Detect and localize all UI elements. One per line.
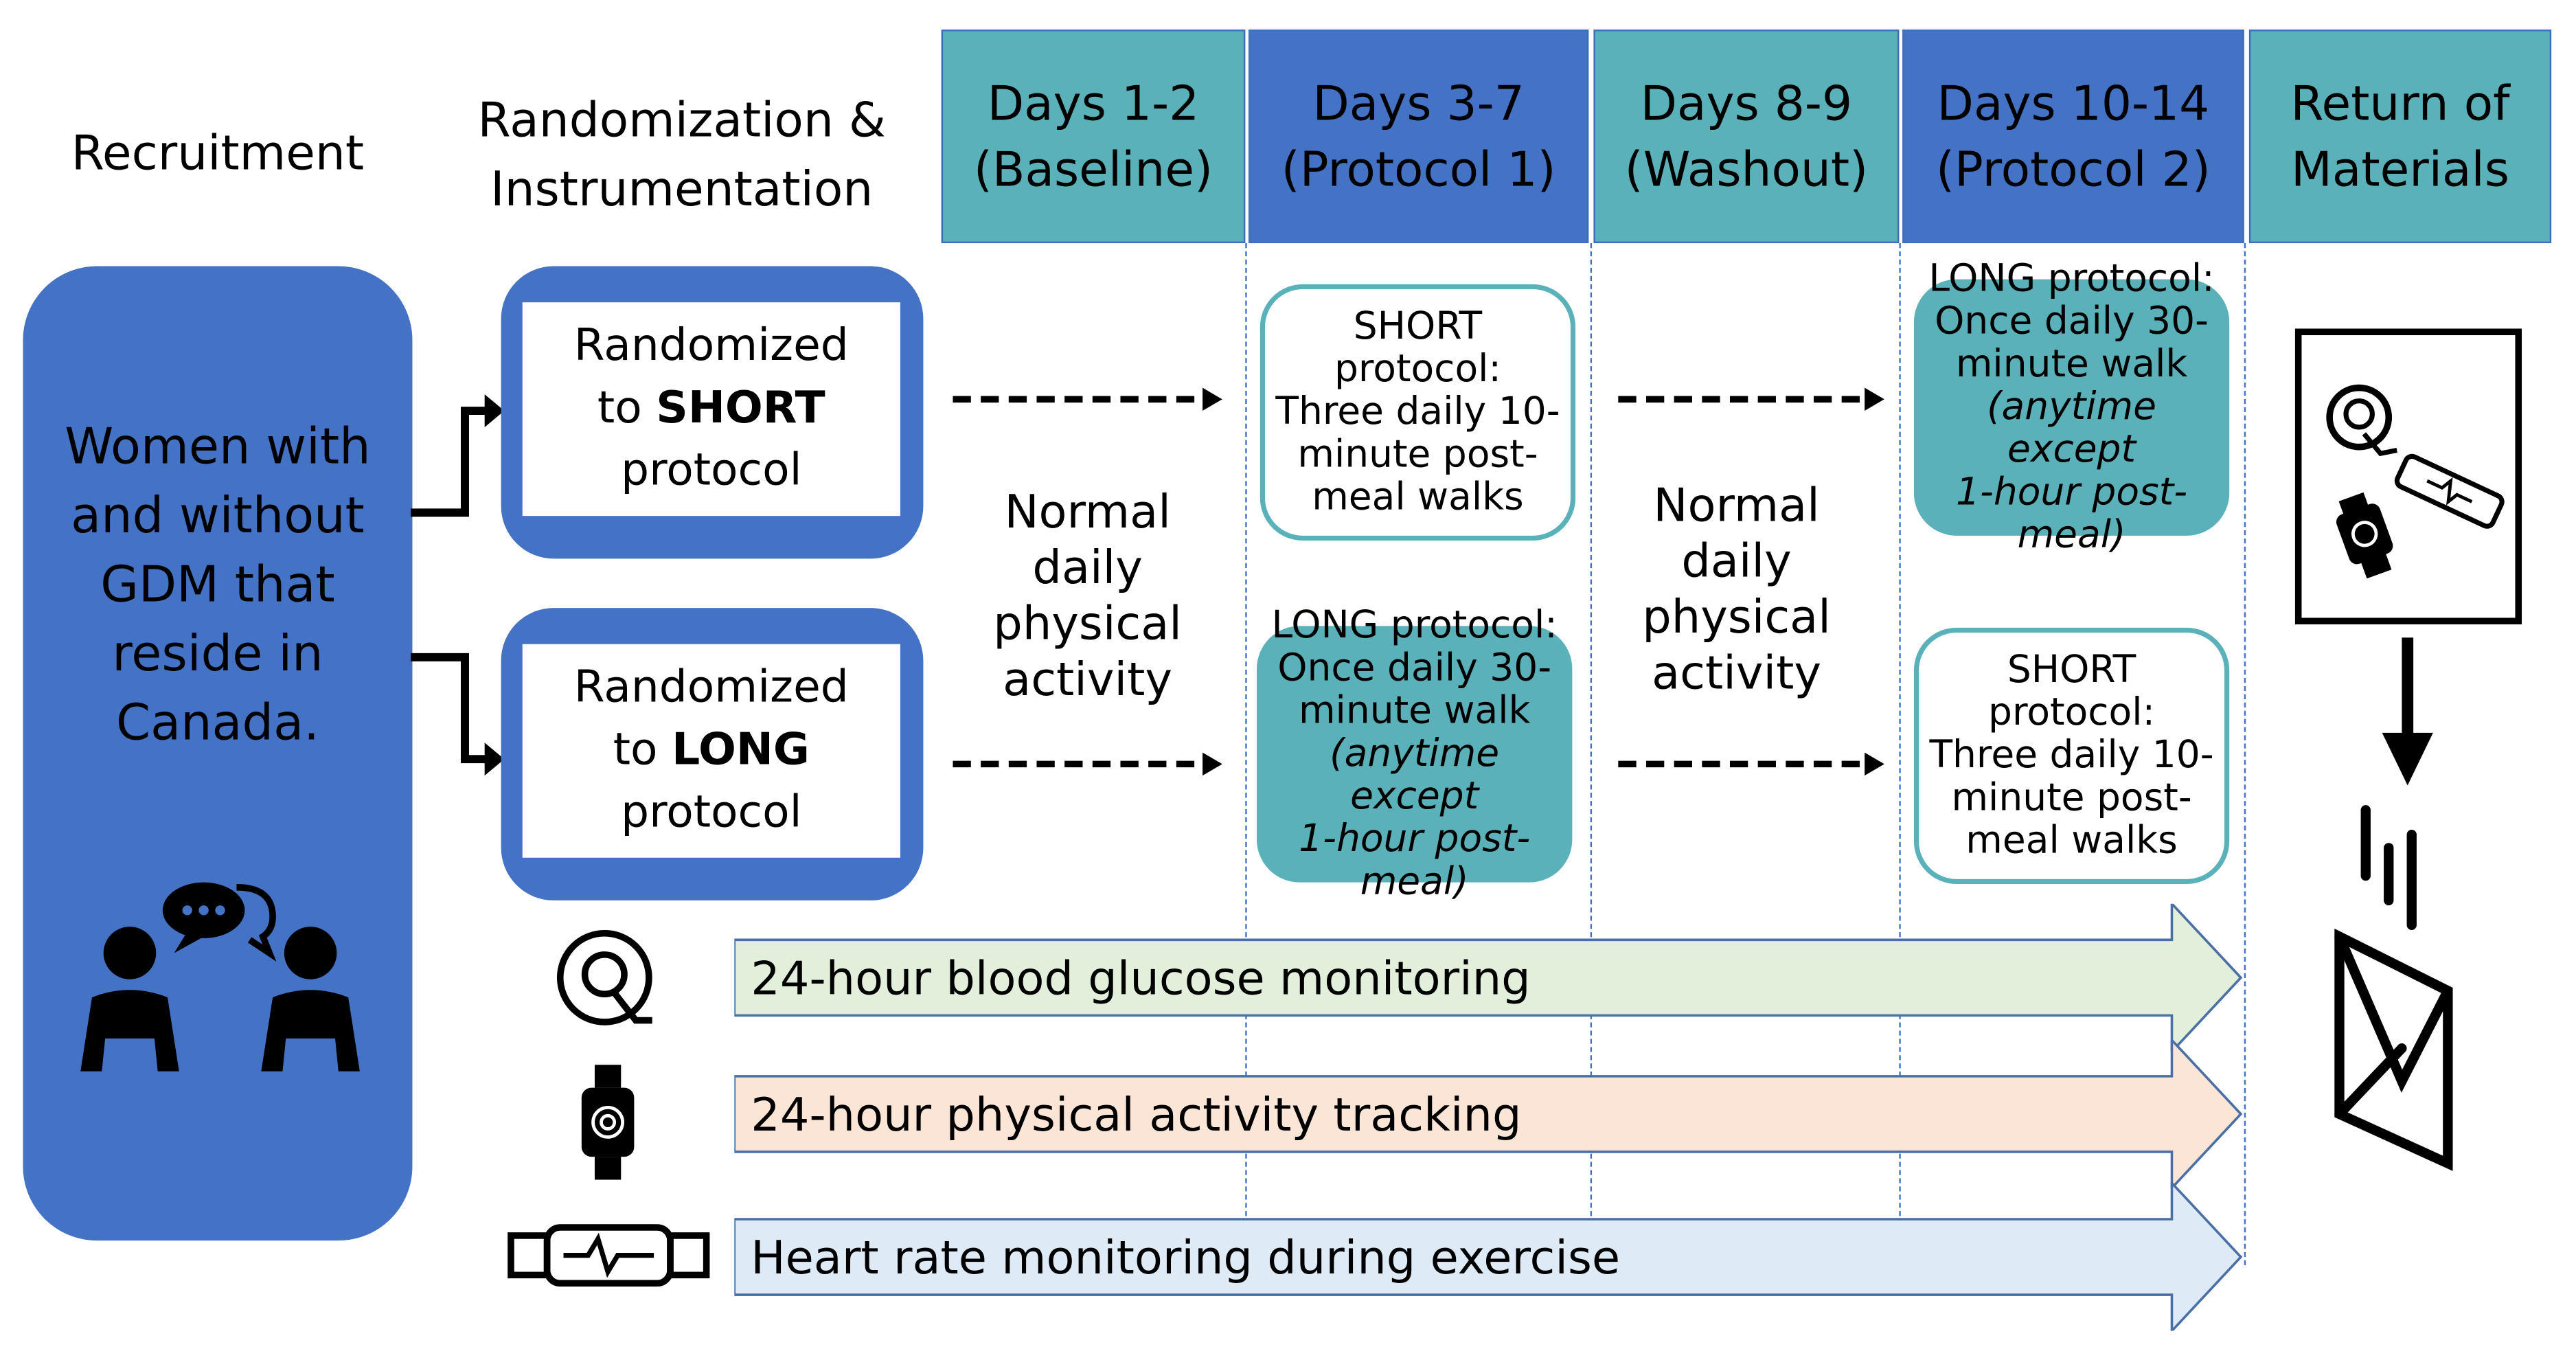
text-line: Once daily 30- [1935, 300, 2209, 343]
bar-label: Heart rate monitoring during exercise [751, 1229, 1621, 1284]
glucose-monitoring-bar: 24-hour blood glucose monitoring [734, 903, 2243, 1052]
smartwatch-icon [581, 1065, 635, 1180]
text-line: activity [1652, 646, 1822, 701]
text-line: physical [1642, 589, 1831, 644]
text-line: meal) [1360, 861, 1469, 904]
text-line: LONG protocol: [1928, 258, 2215, 301]
text-line: Normal [1653, 478, 1820, 533]
text-line: protocol: [1988, 692, 2156, 735]
text-line: daily [1681, 534, 1792, 589]
activity-tracking-bar: 24-hour physical activity tracking [734, 1040, 2243, 1188]
short-protocol-box-1: SHORT protocol: Three daily 10- minute post… [1259, 284, 1576, 541]
text-line: LONG protocol: [1271, 604, 1558, 648]
text-line: minute walk [1298, 690, 1531, 733]
text-line: activity [1003, 652, 1173, 707]
heart-rate-bar: Heart rate monitoring during exercise [734, 1183, 2243, 1331]
text-line: 1-hour post- [1956, 471, 2188, 514]
bar-label: 24-hour blood glucose monitoring [751, 950, 1531, 1005]
bar-label: 24-hour physical activity tracking [751, 1087, 1522, 1142]
down-arrow-icon [2382, 637, 2433, 786]
devices-icon [2294, 328, 2522, 625]
short-protocol-box-2: SHORT protocol: Three daily 10- minute post… [1913, 627, 2230, 885]
text-line: Once daily 30- [1277, 647, 1552, 690]
text-line: physical [993, 596, 1182, 651]
heart-rate-strap-icon [508, 1224, 710, 1287]
text-line: minute post- [1297, 433, 1538, 477]
long-protocol-box-2: LONG protocol: Once daily 30- minute walk … [1913, 258, 2230, 557]
text-line: SHORT [2007, 648, 2136, 692]
study-design-diagram: Recruitment Randomization & Instrumentat… [0, 0, 2576, 1349]
normal-activity-baseline: Normal daily physical activity [948, 485, 1227, 708]
text-line: meal) [2017, 514, 2126, 557]
long-protocol-box-1: LONG protocol: Once daily 30- minute walk … [1257, 604, 1573, 904]
mail-envelope-icon [2334, 805, 2453, 1171]
text-line: meal walks [1312, 476, 1524, 519]
text-line: Normal [1004, 484, 1171, 539]
text-line: minute walk [1955, 343, 2188, 387]
text-line: meal walks [1965, 819, 2178, 863]
text-line: Three daily 10- [1275, 391, 1560, 434]
text-line: protocol: [1334, 348, 1501, 392]
text-line: (anytime except [1330, 732, 1500, 819]
text-line: (anytime except [1987, 386, 2157, 472]
glucose-sensor-icon [556, 929, 652, 1025]
text-line: daily [1032, 541, 1143, 595]
text-line: 1-hour post- [1299, 818, 1531, 861]
text-line: SHORT [1353, 305, 1483, 349]
text-line: minute post- [1951, 777, 2192, 820]
text-line: Three daily 10- [1929, 734, 2214, 778]
normal-activity-washout: Normal daily physical activity [1597, 478, 1876, 701]
